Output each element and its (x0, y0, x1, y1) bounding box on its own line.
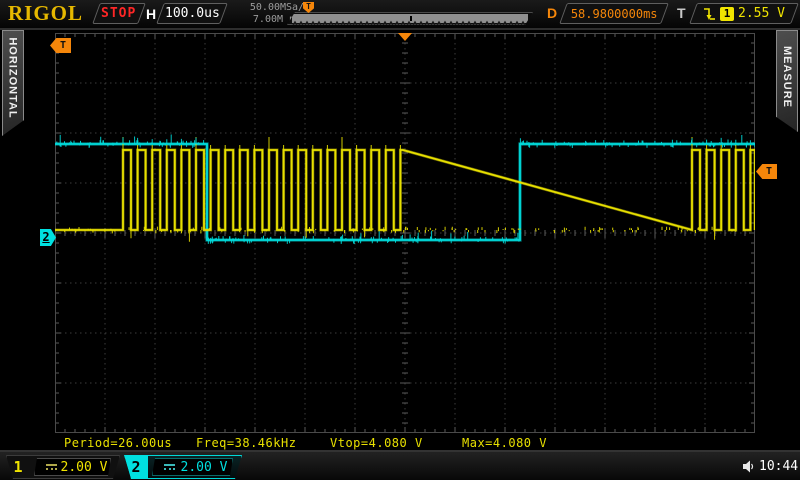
channel1-badge: 1 (6, 458, 30, 476)
horizontal-label: H (146, 6, 156, 22)
channel1-status[interactable]: 1 2.00 V (6, 455, 120, 479)
channel2-position-marker[interactable]: 2 (40, 229, 56, 246)
dc-coupling-icon (164, 464, 175, 471)
memory-sweep-bar (287, 12, 533, 25)
timebase-value: 100.0us (165, 6, 220, 21)
measurement-period: Period=26.00us (64, 436, 172, 450)
trigger-source-badge: 1 (720, 7, 734, 21)
trigger-readout[interactable]: 1 2.55 V (689, 3, 799, 24)
sweep-wave-icon (292, 20, 528, 29)
measurement-freq: Freq=38.46kHz (196, 436, 296, 450)
channel2-scale-box: 2.00 V (152, 458, 233, 476)
sweep-band (292, 14, 528, 23)
measurement-vtop: Vtop=4.080 V (330, 436, 423, 450)
trigger-level-value: 2.55 V (738, 6, 785, 21)
delay-label: D (547, 5, 557, 21)
channel1-scale-box: 2.00 V (34, 458, 111, 476)
clock: 10:44 (759, 459, 798, 474)
delay-value: 58.9800000ms (571, 7, 658, 21)
tab-horizontal-label: HORIZONTAL (7, 37, 19, 118)
delay-readout[interactable]: 58.9800000ms (559, 3, 669, 24)
trigger-level-flag[interactable]: T (756, 164, 777, 179)
sweep-center-notch (410, 16, 412, 21)
tab-measure-label: MEASURE (781, 46, 793, 108)
channel2-status[interactable]: 2 2.00 V (124, 455, 242, 479)
channel1-scale: 2.00 V (57, 460, 111, 475)
run-status-label: STOP (101, 6, 136, 21)
tab-horizontal[interactable]: HORIZONTAL (2, 30, 24, 136)
channel2-scale: 2.00 V (175, 460, 233, 475)
trigger-position-icon[interactable] (398, 33, 412, 41)
rigol-logo: RIGOL (8, 1, 83, 26)
speaker-icon (742, 460, 756, 473)
graticule (55, 33, 755, 433)
trigger-time-flag[interactable]: T (50, 38, 71, 53)
measurement-max: Max=4.080 V (462, 436, 547, 450)
timebase-readout[interactable]: 100.0us (156, 3, 228, 24)
falling-edge-icon (703, 7, 716, 21)
oscilloscope-screen: RIGOL STOP H 100.0us 50.00MSa/s 7.00M pt… (0, 0, 800, 480)
run-status-badge: STOP (92, 3, 146, 24)
channel-status-bar: 1 2.00 V 2 2.00 V 10:44 (0, 450, 800, 480)
dc-coupling-icon (46, 464, 57, 471)
channel2-badge: 2 (124, 455, 148, 479)
tab-measure[interactable]: MEASURE (776, 30, 798, 132)
trigger-label: T (677, 5, 686, 21)
top-status-bar: RIGOL STOP H 100.0us 50.00MSa/s 7.00M pt… (0, 0, 800, 30)
